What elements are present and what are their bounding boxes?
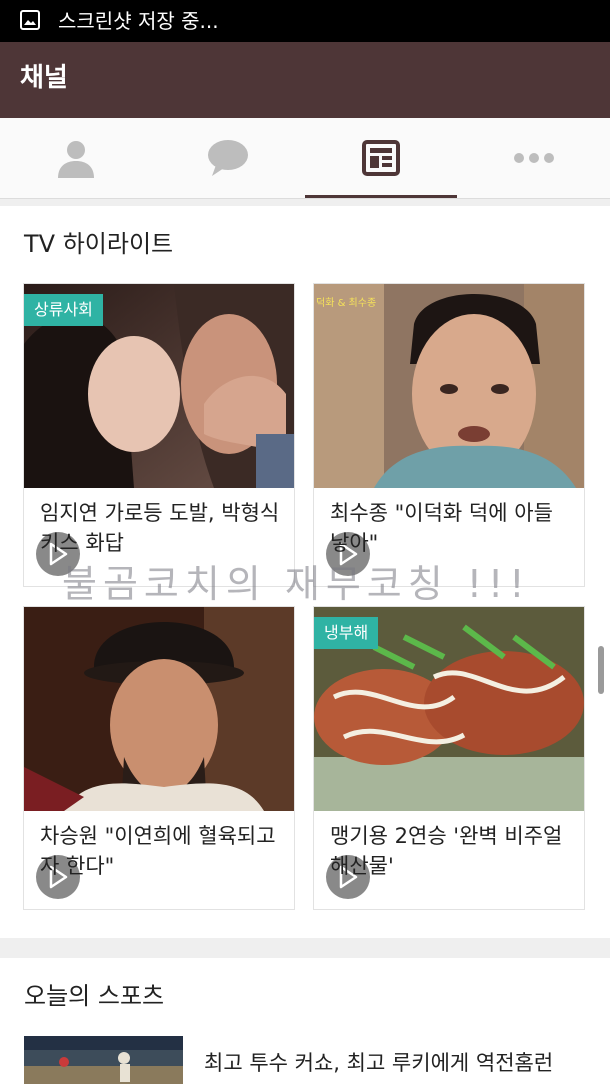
sports-thumbnail[interactable] — [24, 1036, 183, 1084]
profile-icon — [58, 141, 94, 178]
tab-more[interactable] — [458, 118, 610, 198]
page-title: 채널 — [20, 63, 68, 93]
program-tag: 냉부해 — [314, 617, 379, 649]
scrollbar[interactable] — [598, 646, 604, 694]
thumb-caption: 덕화 & 최수종 — [316, 297, 376, 309]
video-title: 최수종 "이덕화 덕에 아들 낳아" — [330, 501, 553, 555]
section-title-sports: 오늘의 스포츠 — [24, 982, 165, 1010]
app-bar: 채널 — [0, 42, 610, 118]
video-card[interactable]: 차승원 "이연희에 혈육되고자 한다" — [23, 606, 295, 910]
status-text: 스크린샷 저장 중... — [58, 9, 219, 33]
more-icon — [514, 153, 554, 163]
program-tag: 상류사회 — [24, 294, 103, 326]
tab-bar — [0, 118, 610, 199]
video-title: 차승원 "이연희에 혈육되고자 한다" — [40, 824, 276, 878]
video-thumbnail: 덕화 & 최수종 — [314, 284, 584, 488]
chat-icon — [208, 140, 248, 176]
sports-panel: 오늘의 스포츠 최고 투수 커쇼, 최고 루키에게 역전홈런 — [0, 958, 610, 1084]
video-card[interactable]: 상류사회 임지연 가로등 도발, 박형식 키스 화답 — [23, 283, 295, 587]
video-card[interactable]: 냉부해 맹기용 2연승 '완벽 비주얼 해산물' — [313, 606, 585, 910]
tab-channel[interactable] — [305, 118, 457, 198]
video-title: 맹기용 2연승 '완벽 비주얼 해산물' — [330, 824, 563, 878]
status-bar: 스크린샷 저장 중... — [0, 0, 610, 42]
video-title: 임지연 가로등 도발, 박형식 키스 화답 — [40, 501, 280, 555]
watermark: 불곰코치의 재무코칭 !!! — [62, 562, 531, 606]
video-card[interactable]: 덕화 & 최수종 최수종 "이덕화 덕에 아들 낳아" — [313, 283, 585, 587]
tab-chat[interactable] — [152, 118, 304, 198]
sports-headline[interactable]: 최고 투수 커쇼, 최고 루키에게 역전홈런 — [204, 1048, 553, 1078]
tab-profile[interactable] — [0, 118, 152, 198]
channel-icon — [362, 140, 400, 176]
tab-indicator — [305, 195, 457, 198]
video-thumbnail — [24, 607, 294, 811]
image-icon — [20, 10, 40, 30]
section-title-tv: TV 하이라이트 — [24, 230, 174, 258]
